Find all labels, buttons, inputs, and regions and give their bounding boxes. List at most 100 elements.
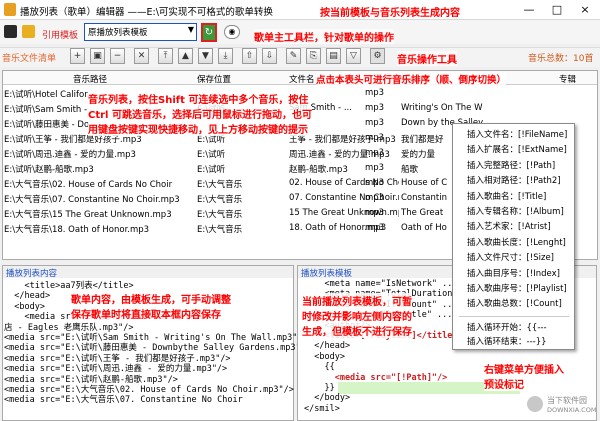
context-menu: 插入文件名：[!FileName] 插入扩展名：[!ExtName] 插入完整路径：… [452,123,575,350]
save-icon[interactable] [4,25,17,38]
code-line: {{ [304,362,335,373]
note-header-sort: 点击本表头可进行音乐排序（顺、倒序切换） [316,72,507,86]
code-line: <body> [304,351,345,362]
refresh-button[interactable]: ↻ [201,23,217,42]
context-menu-item[interactable]: 插入文件名：[!FileName] [467,128,567,140]
move-bottom-icon[interactable]: ⤓ [218,48,233,64]
chevron-down-icon: ▼ [187,25,194,34]
cell-fmt: mp3 [365,193,385,203]
music-section-label: 音乐文件清单 [2,54,57,64]
header-path[interactable]: 音乐路径 [73,73,107,85]
watermark-logo-icon [527,396,543,412]
context-menu-loop-item[interactable]: 插入循环开始：{{--- [467,321,547,333]
table-header[interactable]: 音乐路径 保存位置 文件名 格式 专辑 [3,71,597,85]
note-ctx-help-2: 预设标记 [484,376,524,391]
code-line: <media src="E:\试听\Sam Smith - Writing's … [4,332,308,343]
shift-up-icon[interactable]: ⇧ [242,48,257,64]
window-title: 播放列表（歌单）编辑器 ——E:\可实现不可格式的歌单转换 [20,7,273,18]
move-top-icon[interactable]: ⤒ [158,48,173,64]
cell-loc: E:\大气音乐 [197,195,243,205]
paste-icon[interactable]: ▤ [326,48,341,64]
code-line: </smil> [304,403,340,414]
code-line: <media src="E:\试听\藤田惠美 - Downbythe Salle… [4,343,311,354]
edit-icon[interactable]: ✎ [286,48,301,64]
cell-fmt: mp3 [365,118,385,128]
code-line: 店 - Eagles 老鹰乐队.mp3"/> [4,322,134,333]
add-folder-icon[interactable]: ▣ [90,48,105,64]
eye-icon: ◉ [228,27,236,36]
watermark-sub: DOWNXIA.COM [547,406,597,414]
note-main-toolbar: 歌单主工具栏，针对歌单的操作 [254,29,394,44]
context-menu-item[interactable]: 插入歌曲长度：[!Lenght] [467,236,566,248]
note-tmpl-help-1: 当前播放列表模板，可暂 [302,293,412,308]
cell-fmt: mp3 [365,103,385,113]
refresh-icon: ↻ [204,27,214,38]
note-list-help-3: 用键盘按键实现快捷移动，见上方移动按键的提示 [88,121,308,136]
cell-loc: E:\试听 [197,165,226,175]
context-menu-item[interactable]: 插入歌曲名：[!Title] [467,190,546,202]
cell-path: E:\大气音乐\02. House of Cards No Choir [4,180,173,190]
shift-down-icon[interactable]: ⇩ [262,48,277,64]
context-menu-item[interactable]: 插入专辑名称：[!Album] [467,205,564,217]
move-down-icon[interactable]: ▼ [198,48,213,64]
code-line: <title>aa7列表</title> [4,281,134,291]
cell-fmt: mp3 [365,223,385,233]
code-line: <media src="E:\大气音乐\02. House of Cards N… [4,384,294,395]
cell-fmt: mp3 [365,178,385,188]
add-file-icon[interactable]: + [70,48,85,64]
context-menu-item[interactable]: 插入曲目序号：[!Index] [467,267,560,279]
settings-icon[interactable]: ⚙ [370,48,385,64]
context-menu-item[interactable]: 插入文件尺寸：[!Size] [467,251,554,263]
note-list-help-1: 音乐列表，按住Shift 可连续选中多个音乐，按住 [88,91,309,106]
cell-path: E:\大气音乐\15 The Great Unknown.mp3 [4,210,172,220]
cell-loc: E:\大气音乐 [197,180,243,190]
clear-icon[interactable]: ✕ [134,48,149,64]
context-menu-item[interactable]: 插入相对路径：[!Path2] [467,174,561,186]
open-folder-icon[interactable] [22,25,35,38]
note-list-help-2: Ctrl 可跳选音乐，选择后可用鼠标进行拖动，也可 [88,106,312,121]
cell-path: E:\大气音乐\18. Oath of Honor.mp3 [4,225,150,235]
cell-path: E:\试听\赵鹏-船歌.mp3 [4,165,94,175]
cell-path: E:\大气音乐\07. Constantine No Choir.mp3 [4,195,180,205]
code-line: <media src="[!Path]"/> [304,372,448,383]
context-menu-item[interactable]: 插入完整路径：[!Path] [467,159,555,171]
cell-fmt: mp3 [365,148,385,158]
cell-album: Writing's On The W [401,103,483,113]
code-line: <media src="E:\试听\周迅.迪鑫 - 爱的力量.mp3"/> [4,364,228,375]
cell-loc: E:\试听 [197,150,226,160]
watermark-text: 当下软件园 [547,396,587,405]
context-menu-separator [459,316,569,317]
header-location[interactable]: 保存位置 [197,73,231,85]
cell-fmt: mp3 [365,163,385,173]
note-tmpl-help-2: 时修改并影响左侧内容的 [302,308,412,323]
cell-fmt: mp3 [365,208,385,218]
view-button[interactable]: ◉ [224,25,240,39]
move-up-icon[interactable]: ▲ [178,48,193,64]
template-select[interactable]: 原播放列表模板 ▼ [84,23,197,41]
context-menu-loop-item[interactable]: 插入循环结束：---}} [467,335,547,347]
template-select-value: 原播放列表模板 [88,28,148,38]
filter-icon[interactable]: ▽ [346,48,361,64]
context-menu-item[interactable]: 插入歌曲总数：[!Count] [467,297,562,309]
note-refresh-text: 按当前模板与音乐列表生成内容 [320,8,460,19]
note-tmpl-help-3: 生成，但模板不进行保存 [302,323,412,338]
copy-icon[interactable]: ⎘ [306,48,321,64]
cell-fmt: mp3 [365,88,385,98]
note-music-tools: 音乐操作工具 [397,51,457,66]
context-menu-item[interactable]: 插入歌曲序号：[!Playlist] [467,282,567,294]
context-menu-item[interactable]: 插入艺术家：[!Atrist] [467,220,551,232]
code-line: <media src="E:\试听\赵鹏-船歌.mp3"/> [4,374,178,385]
header-album[interactable]: 专辑 [559,73,576,85]
minimize-button[interactable]: — [515,0,543,20]
maximize-button[interactable]: □ [543,0,571,20]
playlist-content-title: 播放列表内容 [6,269,58,279]
code-line: </body> [304,393,351,404]
remove-icon[interactable]: − [110,48,125,64]
header-filename[interactable]: 文件名 [289,73,315,85]
note-ctx-help-1: 右键菜单方便插入 [484,361,564,376]
note-content-help-1: 歌单内容，由模板生成，可手动调整 [71,291,231,306]
music-total: 音乐总数：10首 [528,54,594,64]
close-button[interactable]: × [571,0,599,20]
code-line: <media src="E:\大气音乐\07. Constantine No C… [4,395,243,406]
context-menu-item[interactable]: 插入扩展名：[!ExtName] [467,143,567,155]
